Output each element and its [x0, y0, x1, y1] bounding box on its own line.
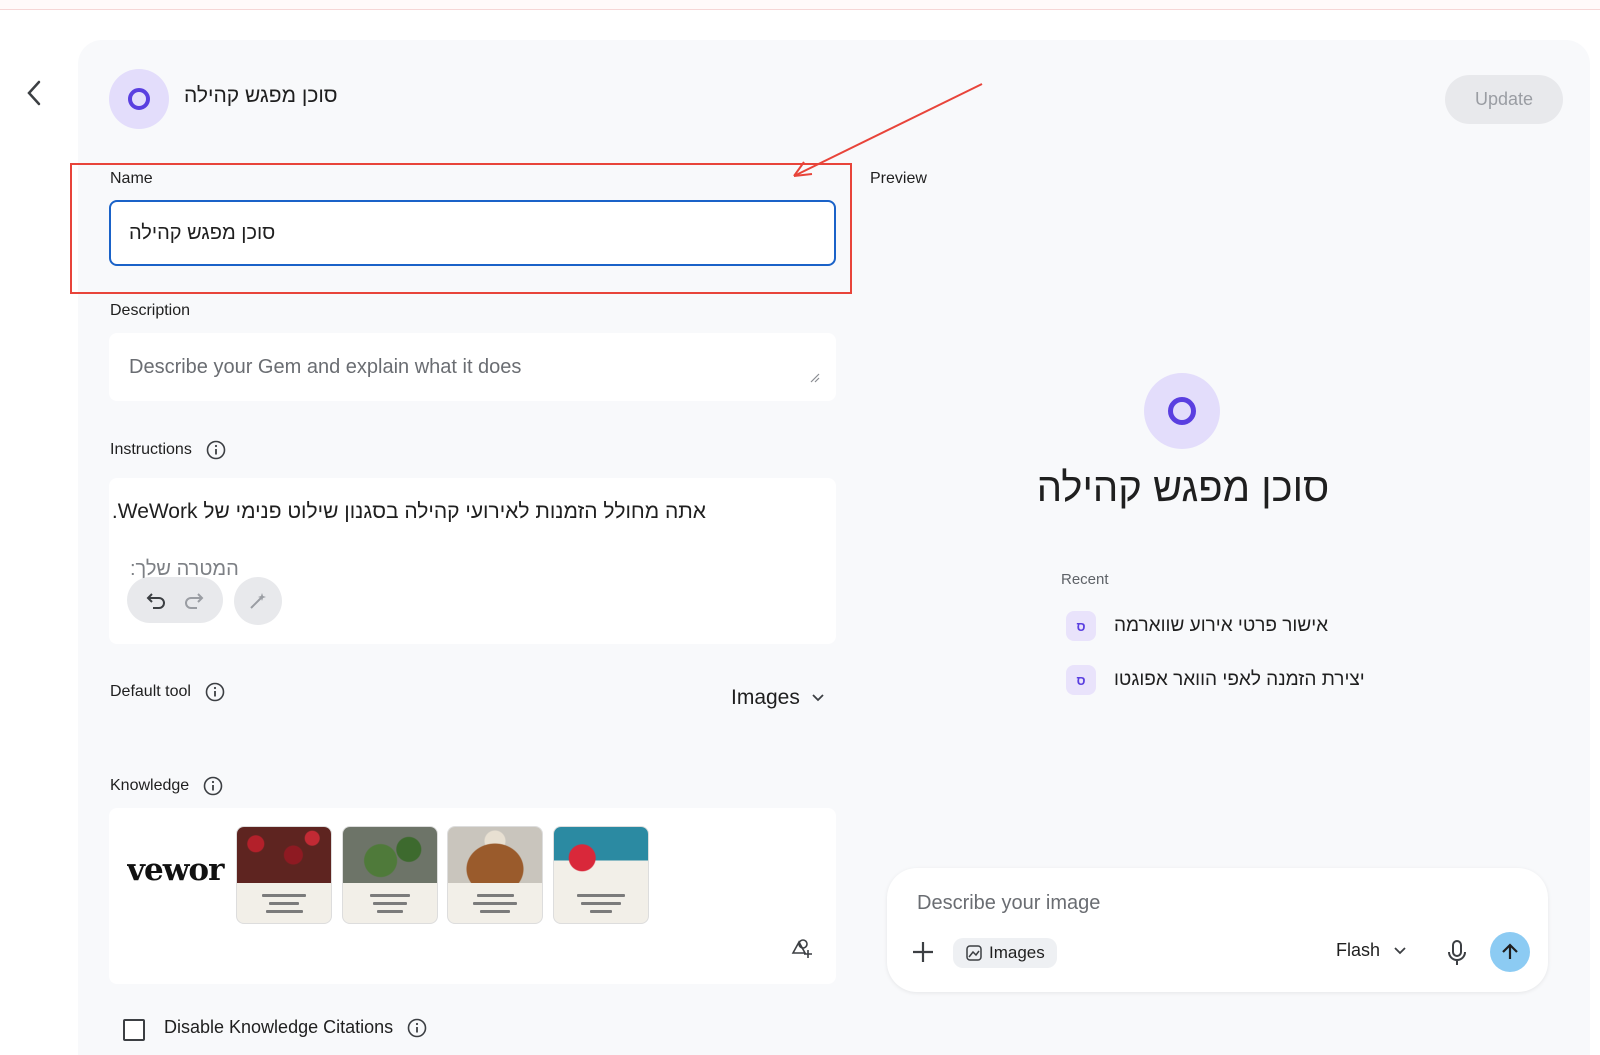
- magic-rewrite-button[interactable]: [234, 577, 282, 625]
- greens-image: [343, 827, 437, 883]
- browser-top-strip: [0, 0, 1600, 10]
- info-icon[interactable]: [205, 682, 225, 702]
- cake-image: [448, 827, 542, 883]
- instructions-label-row: Instructions: [110, 440, 226, 460]
- knowledge-label: Knowledge: [110, 777, 190, 794]
- arrow-up-icon: [1502, 943, 1518, 959]
- info-icon[interactable]: [206, 440, 226, 460]
- name-label: Name: [110, 170, 153, 187]
- preview-gem-title: סוכן מפגש קהילה: [1036, 466, 1330, 510]
- recent-chat-title: יצירת הזמנה לאפי הוואר אפוגטו: [1114, 669, 1365, 690]
- model-select[interactable]: Flash: [1336, 940, 1406, 961]
- description-label: Description: [110, 302, 191, 319]
- chevron-down-icon: [812, 694, 824, 702]
- knowledge-file-thumbnail[interactable]: [342, 826, 438, 924]
- preview-label: Preview: [870, 170, 927, 187]
- chevron-left-icon: [27, 80, 41, 106]
- resize-grip-icon[interactable]: [808, 371, 820, 383]
- gem-chat-icon: ס: [1066, 611, 1096, 641]
- info-icon[interactable]: [407, 1018, 427, 1038]
- knowledge-label-row: Knowledge: [110, 776, 223, 796]
- knowledge-file-logo[interactable]: vewor: [127, 852, 231, 892]
- add-knowledge-icon[interactable]: [788, 934, 814, 960]
- instructions-line: אתה מחולל הזמנות לאירועי קהילה בסגנון שי…: [111, 500, 706, 523]
- images-chip-label: Images: [989, 943, 1045, 962]
- recent-chat-title: אישור פרטי אירוע שווארמה: [1114, 615, 1329, 636]
- description-input[interactable]: Describe your Gem and explain what it do…: [109, 333, 836, 401]
- back-button[interactable]: [18, 76, 50, 110]
- gem-circle-icon: [1168, 397, 1196, 425]
- instructions-input[interactable]: אתה מחולל הזמנות לאירועי קהילה בסגנון שי…: [109, 478, 836, 644]
- undo-icon[interactable]: [145, 589, 167, 611]
- model-label: Flash: [1336, 940, 1381, 960]
- images-tool-chip[interactable]: Images: [953, 938, 1057, 968]
- knowledge-file-thumbnail[interactable]: [553, 826, 649, 924]
- chat-input-placeholder: Describe your image: [917, 892, 1101, 914]
- chat-input-box[interactable]: Describe your image Images Flash: [887, 868, 1548, 992]
- disable-citations-row: Disable Knowledge Citations: [164, 1017, 427, 1038]
- knowledge-files-area: vewor: [109, 808, 836, 984]
- recent-chat-item[interactable]: ס אישור פרטי אירוע שווארמה: [1066, 611, 1328, 641]
- redo-icon[interactable]: [183, 589, 205, 611]
- chevron-down-icon: [1394, 946, 1406, 954]
- disable-citations-label: Disable Knowledge Citations: [164, 1017, 394, 1037]
- default-tool-label: Default tool: [110, 683, 191, 700]
- name-input[interactable]: סוכן מפגש קהילה: [109, 200, 836, 266]
- microphone-icon[interactable]: [1444, 938, 1470, 968]
- description-placeholder: Describe your Gem and explain what it do…: [129, 355, 522, 378]
- recent-label: Recent: [1061, 571, 1109, 588]
- recent-chat-item[interactable]: ס יצירת הזמנה לאפי הוואר אפוגטו: [1066, 665, 1365, 695]
- update-button[interactable]: Update: [1445, 75, 1563, 124]
- gem-avatar[interactable]: [109, 69, 169, 129]
- blood-donation-image: [554, 827, 648, 883]
- disable-citations-checkbox[interactable]: [123, 1019, 145, 1041]
- magic-wand-icon: [250, 593, 266, 609]
- preview-gem-avatar: [1144, 373, 1220, 449]
- plus-icon[interactable]: [909, 938, 937, 966]
- name-input-value: סוכן מפגש קהילה: [129, 221, 276, 244]
- cherries-image: [237, 827, 331, 883]
- image-tool-icon: [966, 945, 982, 961]
- default-tool-value: Images: [731, 686, 800, 709]
- instructions-label: Instructions: [110, 441, 192, 458]
- undo-redo-group: [127, 577, 223, 623]
- default-tool-select[interactable]: Images: [731, 686, 824, 710]
- knowledge-file-thumbnail[interactable]: [447, 826, 543, 924]
- annotation-arrow-icon: [793, 83, 983, 177]
- info-icon[interactable]: [203, 776, 223, 796]
- default-tool-label-row: Default tool: [110, 682, 225, 702]
- gem-chat-icon: ס: [1066, 665, 1096, 695]
- gem-title: סוכן מפגש קהילה: [184, 84, 338, 107]
- gem-circle-icon: [128, 88, 150, 110]
- send-button[interactable]: [1490, 932, 1530, 972]
- knowledge-file-thumbnail[interactable]: [236, 826, 332, 924]
